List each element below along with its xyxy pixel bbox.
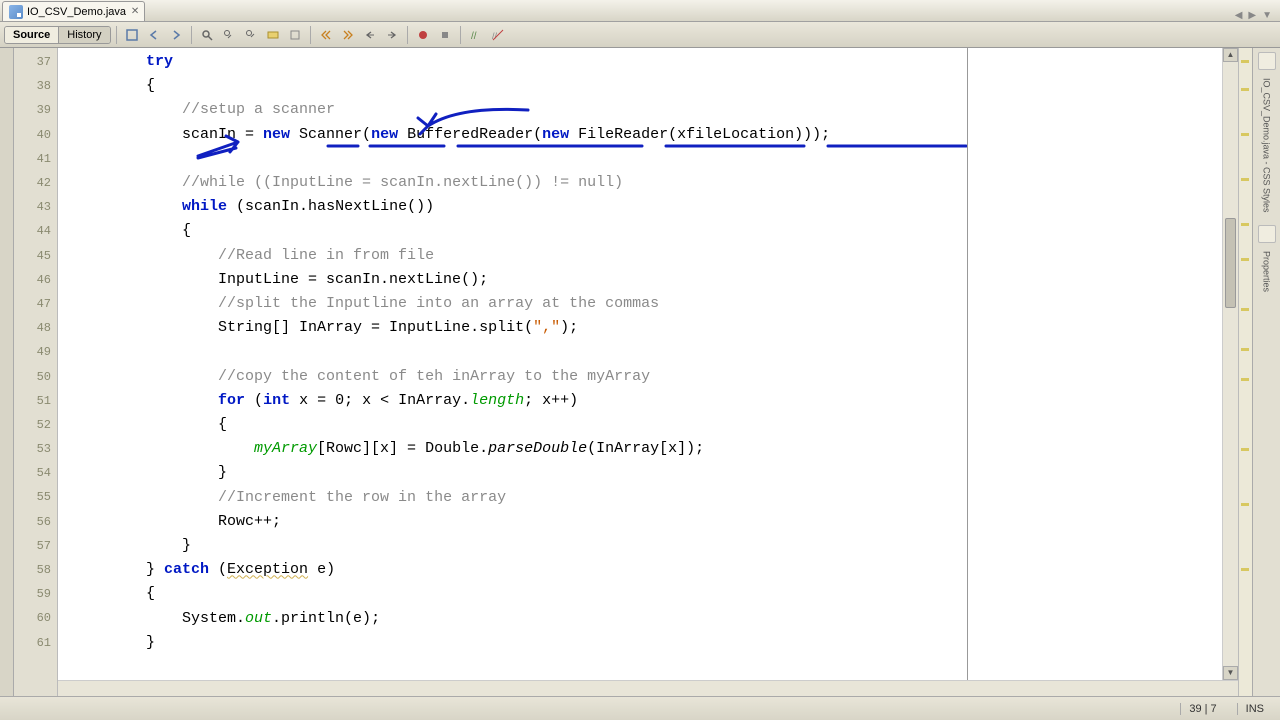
file-tab-bar: IO_CSV_Demo.java ✕ ◀ ▶ ▼: [0, 0, 1280, 22]
comment-button[interactable]: //: [466, 25, 486, 45]
scroll-down-icon[interactable]: ▼: [1223, 666, 1238, 680]
warning-mark[interactable]: [1241, 568, 1249, 571]
forward-button[interactable]: [166, 25, 186, 45]
insert-mode[interactable]: INS: [1237, 703, 1272, 715]
warning-mark[interactable]: [1241, 223, 1249, 226]
macro-stop-button[interactable]: [435, 25, 455, 45]
warning-mark[interactable]: [1241, 448, 1249, 451]
css-styles-palette-label[interactable]: IO_CSV_Demo.java - CSS Styles: [1262, 78, 1272, 213]
code-area: try { //setup a scanner scanIn = new Sca…: [58, 48, 1280, 696]
view-tabs: Source History: [4, 26, 111, 44]
left-margin: [0, 48, 14, 696]
gutter-line[interactable]: 50: [14, 364, 57, 388]
toggle-bookmark-button[interactable]: [285, 25, 305, 45]
separator: [191, 26, 192, 44]
last-edit-button[interactable]: [122, 25, 142, 45]
warning-mark[interactable]: [1241, 348, 1249, 351]
tab-menu-icon[interactable]: ▼: [1262, 10, 1272, 21]
prev-bookmark-button[interactable]: [316, 25, 336, 45]
find-next-button[interactable]: [241, 25, 261, 45]
gutter-line[interactable]: 51: [14, 389, 57, 413]
tab-next-icon[interactable]: ▶: [1248, 10, 1256, 21]
code-viewport[interactable]: try { //setup a scanner scanIn = new Sca…: [58, 48, 968, 696]
source-tab[interactable]: Source: [5, 27, 59, 43]
warning-mark[interactable]: [1241, 258, 1249, 261]
separator: [310, 26, 311, 44]
close-icon[interactable]: ✕: [130, 7, 140, 17]
file-tab[interactable]: IO_CSV_Demo.java ✕: [2, 1, 145, 21]
gutter-line[interactable]: 42: [14, 171, 57, 195]
editor-toolbar: Source History // //: [0, 22, 1280, 48]
warning-mark[interactable]: [1241, 88, 1249, 91]
gutter-line[interactable]: 48: [14, 316, 57, 340]
shift-right-button[interactable]: [382, 25, 402, 45]
vertical-scrollbar[interactable]: ▲ ▼: [1222, 48, 1238, 680]
palette-button[interactable]: [1258, 225, 1276, 243]
gutter-line[interactable]: 59: [14, 582, 57, 606]
horizontal-scrollbar[interactable]: [58, 680, 1238, 696]
uncomment-button[interactable]: //: [488, 25, 508, 45]
gutter-line[interactable]: 56: [14, 510, 57, 534]
gutter-line[interactable]: 60: [14, 606, 57, 630]
warning-mark[interactable]: [1241, 378, 1249, 381]
gutter-line[interactable]: 49: [14, 340, 57, 364]
gutter-line[interactable]: 55: [14, 485, 57, 509]
separator: [460, 26, 461, 44]
gutter-line[interactable]: 58: [14, 558, 57, 582]
gutter-line[interactable]: 45: [14, 244, 57, 268]
next-bookmark-button[interactable]: [338, 25, 358, 45]
toggle-highlight-button[interactable]: [263, 25, 283, 45]
gutter-line[interactable]: 46: [14, 268, 57, 292]
palette-button[interactable]: [1258, 52, 1276, 70]
gutter-line[interactable]: 57: [14, 534, 57, 558]
gutter-line[interactable]: 38: [14, 74, 57, 98]
file-tab-label: IO_CSV_Demo.java: [27, 6, 126, 18]
gutter-line[interactable]: 37: [14, 50, 57, 74]
warning-mark[interactable]: [1241, 503, 1249, 506]
find-selection-button[interactable]: [197, 25, 217, 45]
gutter-line[interactable]: 54: [14, 461, 57, 485]
java-file-icon: [9, 5, 23, 19]
error-stripe[interactable]: [1238, 48, 1252, 696]
find-prev-button[interactable]: [219, 25, 239, 45]
separator: [407, 26, 408, 44]
gutter-line[interactable]: 61: [14, 631, 57, 655]
right-palette-rail: IO_CSV_Demo.java - CSS Styles Properties: [1252, 48, 1280, 696]
separator: [116, 26, 117, 44]
gutter-line[interactable]: 41: [14, 147, 57, 171]
warning-mark[interactable]: [1241, 133, 1249, 136]
tab-prev-icon[interactable]: ◀: [1235, 10, 1243, 21]
warning-mark[interactable]: [1241, 60, 1249, 63]
macro-record-button[interactable]: [413, 25, 433, 45]
gutter-line[interactable]: 43: [14, 195, 57, 219]
gutter-line[interactable]: 44: [14, 219, 57, 243]
tab-nav-controls: ◀ ▶ ▼: [1235, 10, 1280, 21]
svg-text://: //: [471, 31, 477, 42]
gutter-line[interactable]: 52: [14, 413, 57, 437]
gutter-line[interactable]: 40: [14, 123, 57, 147]
properties-palette-label[interactable]: Properties: [1262, 251, 1272, 292]
gutter-line[interactable]: 39: [14, 98, 57, 122]
warning-mark[interactable]: [1241, 308, 1249, 311]
editor-area: 37 38 39 40 41 42 43 44 45 46 47 48 49 5…: [0, 48, 1280, 696]
code-text[interactable]: try { //setup a scanner scanIn = new Sca…: [58, 48, 967, 655]
scrollbar-thumb[interactable]: [1225, 218, 1236, 308]
back-button[interactable]: [144, 25, 164, 45]
scroll-up-icon[interactable]: ▲: [1223, 48, 1238, 62]
status-bar: 39 | 7 INS: [0, 696, 1280, 720]
history-tab[interactable]: History: [59, 27, 109, 43]
line-number-gutter[interactable]: 37 38 39 40 41 42 43 44 45 46 47 48 49 5…: [14, 48, 58, 696]
gutter-line[interactable]: 47: [14, 292, 57, 316]
gutter-line[interactable]: 53: [14, 437, 57, 461]
cursor-position: 39 | 7: [1180, 703, 1224, 715]
warning-mark[interactable]: [1241, 178, 1249, 181]
shift-left-button[interactable]: [360, 25, 380, 45]
